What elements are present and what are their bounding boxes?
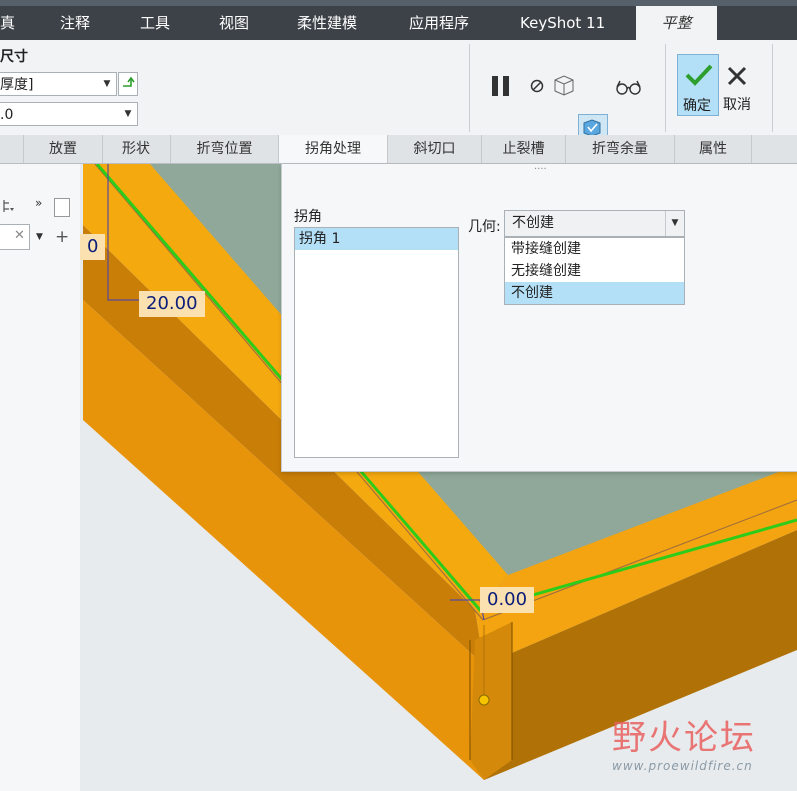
subtab-bend-position[interactable]: 折弯位置 (171, 135, 279, 163)
ribbon-tab-bar: 真 注释 工具 视图 柔性建模 应用程序 KeyShot 11 平整 (0, 0, 797, 40)
glasses-icon (616, 80, 641, 95)
corner-list-label: 拐角 (294, 209, 322, 225)
flip-direction-icon (123, 76, 135, 87)
pause-icon (492, 76, 509, 96)
chevron-down-icon[interactable]: ▼ (36, 232, 43, 242)
watermark-title: 野火论坛 (612, 718, 756, 758)
feature-subtab-bar: 放置 形状 折弯位置 拐角处理 斜切口 止裂槽 折弯余量 属性 (0, 135, 797, 164)
corner-face (470, 622, 512, 780)
option-create-without-seam[interactable]: 无接缝创建 (505, 260, 684, 282)
model-tree-panel: » ✕ ▼ + (0, 164, 81, 791)
dimension-offset[interactable]: 20.00 (139, 291, 205, 317)
ribbon-tab-flexible-modeling[interactable]: 柔性建模 (297, 6, 357, 40)
wireframe-preview-icon (554, 75, 574, 96)
list-item[interactable]: 拐角 1 (295, 228, 458, 250)
close-icon (727, 66, 747, 86)
option-create-with-seam[interactable]: 带接缝创建 (505, 238, 684, 260)
ribbon-separator (469, 44, 470, 132)
tree-search-input[interactable]: ✕ (0, 224, 30, 250)
no-preview-icon (530, 79, 544, 93)
subtab-corner-treatment[interactable]: 拐角处理 (279, 135, 388, 163)
ok-label: 确定 (683, 98, 711, 114)
no-preview-button[interactable] (527, 70, 547, 100)
chevron-double-right-icon[interactable]: » (35, 196, 42, 210)
flip-direction-button[interactable] (118, 72, 138, 96)
thickness-combo[interactable]: 厚度] ▼ (0, 72, 117, 96)
thickness-value-combo[interactable]: .0 ▼ (0, 102, 138, 126)
watermark-url: www.proewildfire.cn (612, 759, 753, 773)
drag-handle-icon (478, 694, 490, 706)
option-do-not-create[interactable]: 不创建 (505, 282, 684, 304)
geometry-label: 几何: (468, 219, 501, 235)
subtab-relief[interactable]: 止裂槽 (482, 135, 566, 163)
subtab-placement[interactable]: 放置 (23, 135, 103, 163)
geometry-selected-value: 不创建 (512, 215, 554, 231)
dimension-group-title: 尺寸 (0, 49, 28, 65)
subtab-properties[interactable]: 属性 (675, 135, 752, 163)
pause-button[interactable] (488, 70, 514, 100)
thickness-value: .0 (0, 107, 14, 123)
tree-settings-icon[interactable] (2, 198, 16, 214)
checkmark-icon (685, 64, 713, 86)
ribbon-separator (665, 44, 666, 132)
ribbon-tab-view[interactable]: 视图 (219, 6, 249, 40)
ribbon-body: 尺寸 厚度] ▼ .0 ▼ 确定 取消 (0, 40, 797, 144)
ribbon-separator (772, 44, 773, 132)
geometry-select[interactable]: 不创建 ▼ (504, 210, 685, 237)
document-icon[interactable] (54, 198, 70, 217)
clear-icon[interactable]: ✕ (14, 228, 25, 243)
subtab-bend-allowance[interactable]: 折弯余量 (566, 135, 675, 163)
cancel-label: 取消 (723, 97, 751, 113)
dimension-corner[interactable]: 0.00 (480, 587, 535, 613)
ribbon-tab-applications[interactable]: 应用程序 (409, 6, 469, 40)
subtab-shape[interactable]: 形状 (102, 135, 171, 163)
corner-list[interactable]: 拐角 1 (294, 227, 459, 458)
glasses-view-button[interactable] (614, 70, 644, 100)
ribbon-tab-tools[interactable]: 工具 (140, 6, 170, 40)
chevron-down-icon: ▼ (665, 211, 684, 236)
chevron-down-icon: ▼ (103, 79, 111, 89)
ribbon-tab-flatten[interactable]: 平整 (636, 6, 717, 40)
ribbon-tab-keyshot[interactable]: KeyShot 11 (520, 6, 605, 40)
ribbon-tab-annotate[interactable]: 注释 (60, 6, 90, 40)
preview-geometry-button[interactable] (552, 70, 576, 100)
ok-button[interactable]: 确定 (677, 54, 719, 116)
corner-treatment-panel: ···· 拐角 拐角 1 几何: 不创建 ▼ 带接缝创建 无接缝创建 不创建 (281, 164, 797, 472)
dimension-left[interactable]: 0 (80, 234, 106, 260)
thickness-combo-value: 厚度] (0, 77, 34, 93)
panel-drag-handle[interactable]: ···· (534, 164, 547, 175)
forum-watermark: 野火论坛 www.proewildfire.cn (612, 710, 756, 773)
geometry-dropdown-list: 带接缝创建 无接缝创建 不创建 (504, 237, 685, 305)
add-icon[interactable]: + (55, 227, 69, 247)
cancel-button[interactable]: 取消 (722, 54, 754, 116)
chevron-down-icon: ▼ (124, 109, 132, 119)
subtab-miter-cut[interactable]: 斜切口 (388, 135, 482, 163)
ribbon-tab-simulation[interactable]: 真 (0, 6, 15, 40)
